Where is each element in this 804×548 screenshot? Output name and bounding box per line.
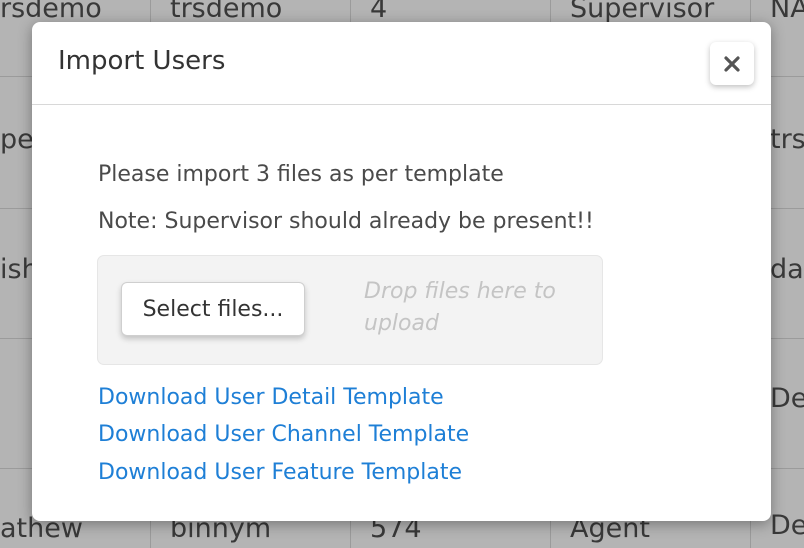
close-button[interactable] (710, 42, 754, 85)
dialog-header: Import Users (32, 22, 771, 105)
instruction-text: Please import 3 files as per template (98, 162, 504, 187)
select-files-button[interactable]: Select files... (121, 282, 305, 336)
download-user-feature-template-link[interactable]: Download User Feature Template (98, 460, 462, 485)
dialog-title: Import Users (58, 46, 226, 76)
file-drop-zone[interactable]: Select files... Drop files here to uploa… (97, 255, 603, 365)
download-user-detail-template-link[interactable]: Download User Detail Template (98, 385, 444, 410)
note-text: Note: Supervisor should already be prese… (98, 209, 594, 234)
download-user-channel-template-link[interactable]: Download User Channel Template (98, 422, 469, 447)
drop-hint-text: Drop files here to upload (364, 279, 556, 336)
close-icon (723, 55, 741, 73)
import-users-dialog: Import Users Please import 3 files as pe… (32, 22, 771, 521)
